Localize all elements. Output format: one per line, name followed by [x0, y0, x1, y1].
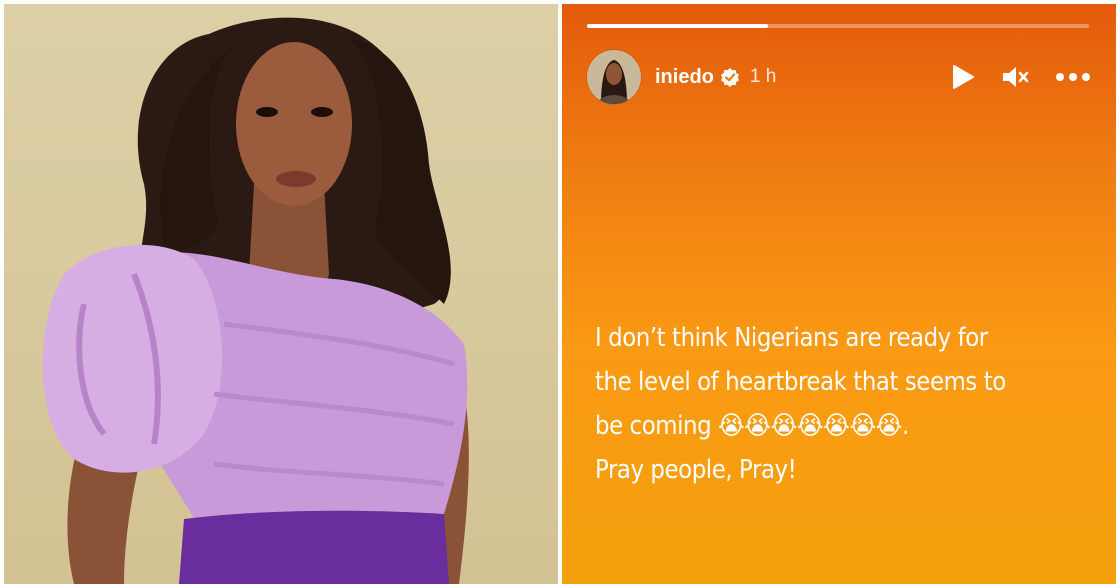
username[interactable]: iniedo: [655, 66, 714, 89]
story-controls: [951, 64, 1091, 90]
verified-badge-icon: [720, 67, 740, 87]
portrait-photo: [4, 4, 558, 584]
more-options-icon[interactable]: [1055, 72, 1091, 82]
story-progress-fill: [587, 24, 768, 28]
story-text-line: Pray people, Pray!: [595, 455, 797, 485]
story-view[interactable]: iniedo 1 h I don’t think Nigerians are r…: [562, 4, 1116, 584]
story-text-line: the level of heartbreak that seems to: [595, 367, 1006, 397]
post-timestamp: 1 h: [749, 66, 777, 87]
avatar[interactable]: [587, 50, 641, 104]
mute-icon[interactable]: [1001, 64, 1029, 90]
story-caption: I don’t think Nigerians are ready for th…: [595, 316, 1035, 492]
story-text-line: be coming 😭😭😭😭😭😭😭.: [595, 411, 909, 441]
play-icon[interactable]: [951, 64, 975, 90]
story-header: iniedo 1 h: [587, 48, 1091, 106]
story-text-line: I don’t think Nigerians are ready for: [595, 323, 988, 353]
story-progress-bar: [587, 24, 1089, 28]
portrait-illustration: [42, 17, 469, 584]
